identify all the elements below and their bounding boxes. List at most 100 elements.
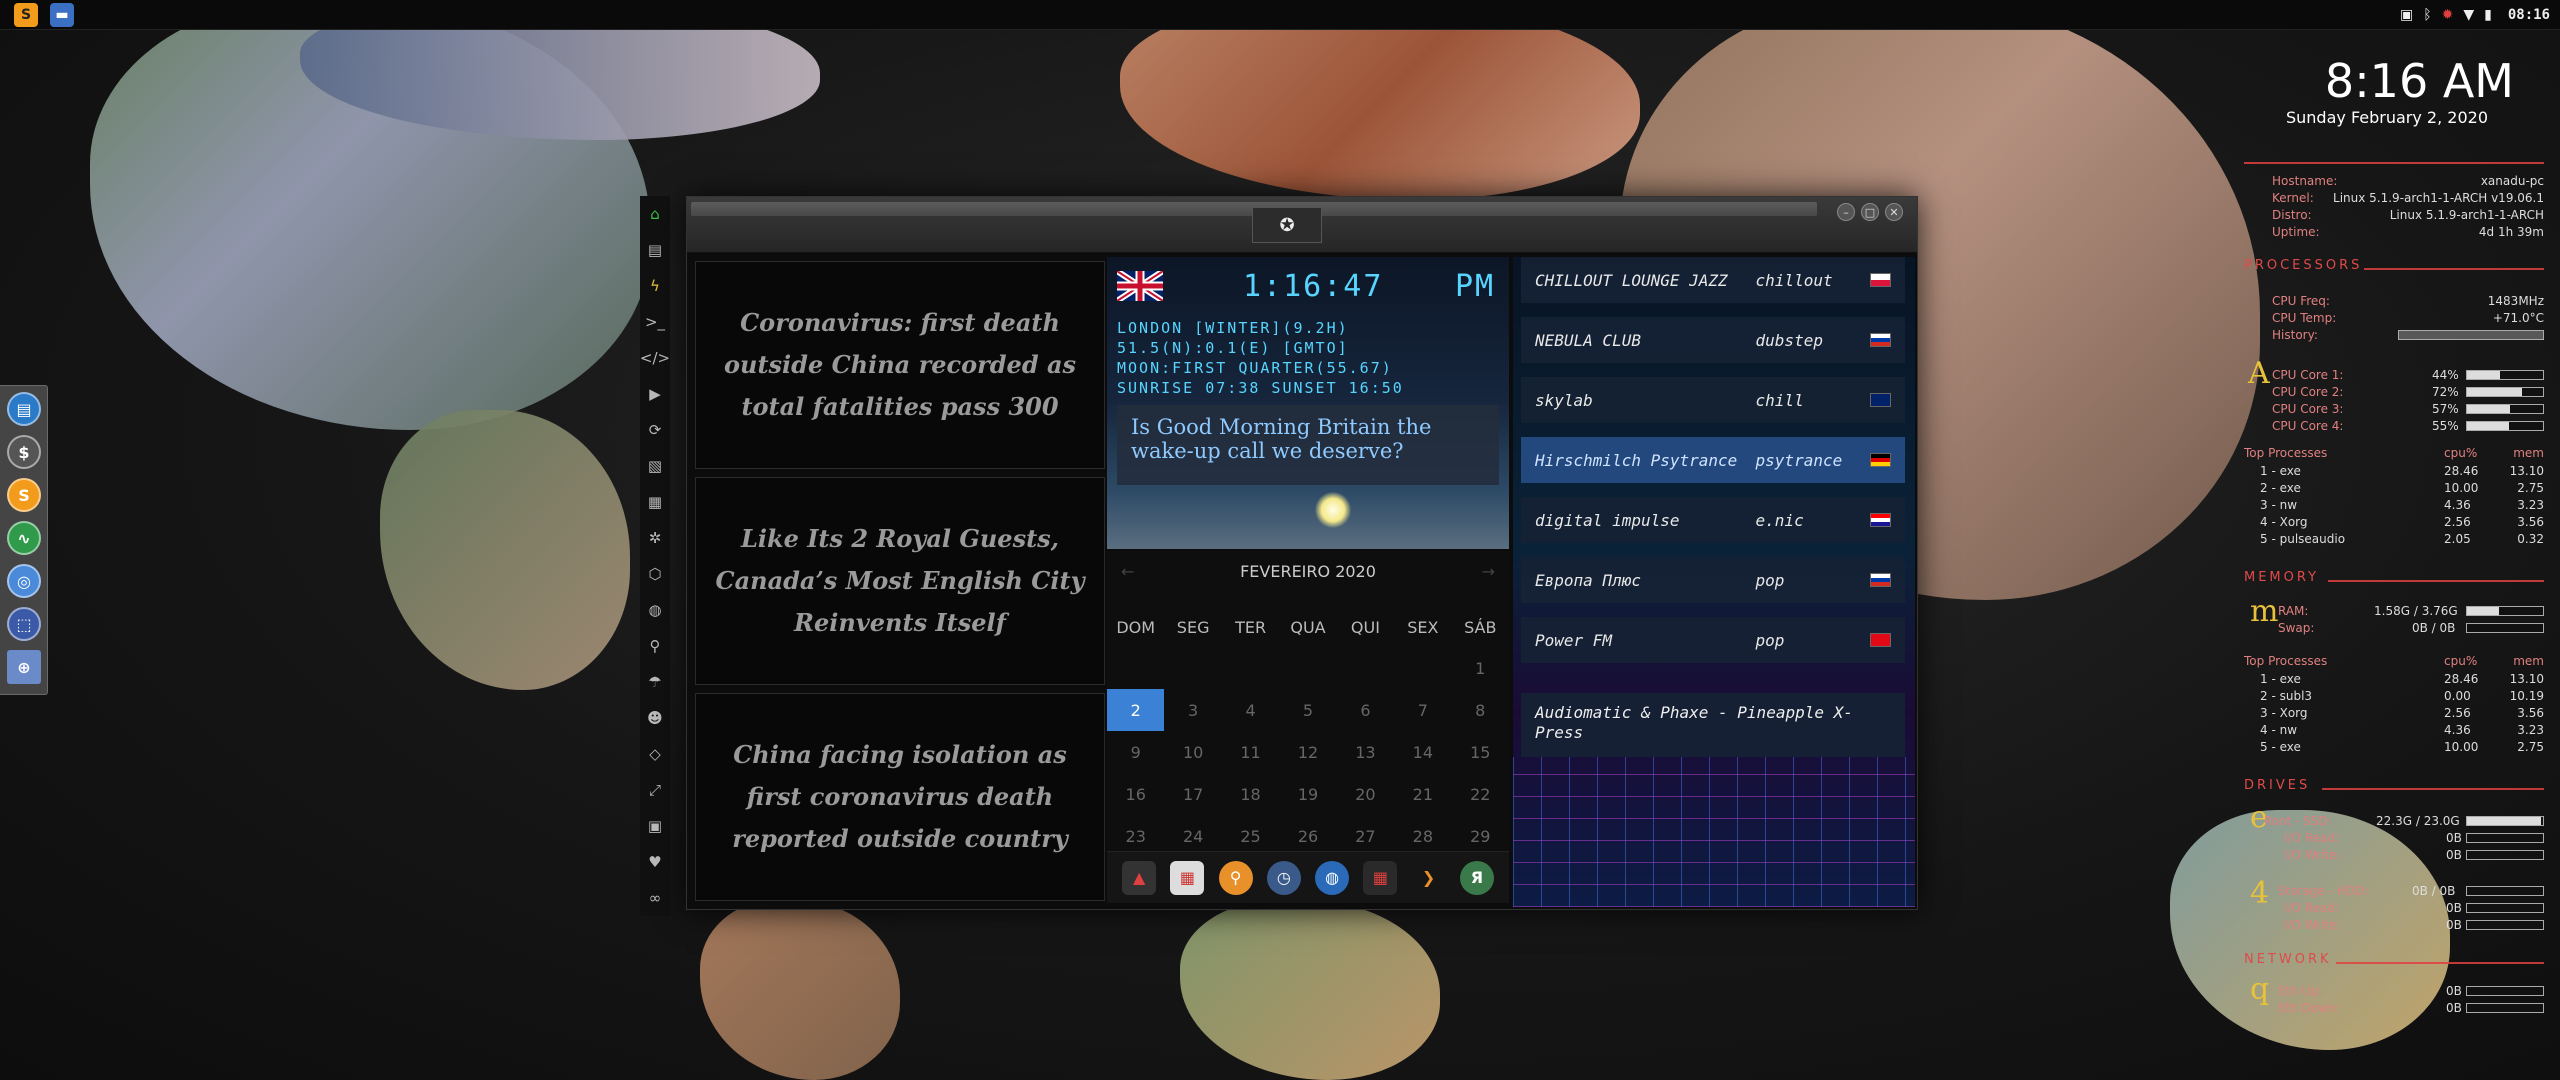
- eth-down-bar: [2466, 1003, 2544, 1013]
- arch-icon[interactable]: ▲: [1122, 860, 1157, 895]
- user-icon[interactable]: ☻: [640, 700, 670, 736]
- calendar-day[interactable]: 19: [1279, 773, 1336, 815]
- station-item[interactable]: Европа Плюс pop: [1521, 557, 1905, 603]
- document-icon[interactable]: ▤: [640, 232, 670, 268]
- station-item[interactable]: Power FM pop: [1521, 617, 1905, 663]
- calendar-day[interactable]: 3: [1164, 689, 1221, 731]
- calendar-day[interactable]: 18: [1222, 773, 1279, 815]
- app-sidebar: ⌂ ▤ ϟ >_ </> ▶ ⟳ ▧ ▦ ✲ ⬡ ◍ ⚲ ☂ ☻ ◇ ⤢ ▣ ♥…: [640, 196, 670, 916]
- calendar-icon[interactable]: ▦: [1170, 860, 1205, 895]
- files-icon[interactable]: ▤: [7, 392, 41, 426]
- calendar-day[interactable]: 4: [1222, 689, 1279, 731]
- clock-icon[interactable]: ◷: [1266, 860, 1301, 895]
- station-genre: psytrance: [1755, 450, 1843, 470]
- heart-icon[interactable]: ♥: [640, 844, 670, 880]
- battery-icon[interactable]: ▮: [2484, 7, 2492, 23]
- maximize-button[interactable]: □: [1861, 203, 1879, 221]
- calendar-day[interactable]: 17: [1164, 773, 1221, 815]
- close-button[interactable]: ✕: [1885, 203, 1903, 221]
- calendar-day[interactable]: 11: [1222, 731, 1279, 773]
- calendar-day[interactable]: 8: [1452, 689, 1509, 731]
- calendar-active-icon[interactable]: ▦: [1363, 860, 1398, 895]
- alert-icon[interactable]: ✹: [2442, 7, 2454, 23]
- clock-line: LONDON [WINTER](9.2H): [1117, 319, 1349, 337]
- calendar-day[interactable]: 21: [1394, 773, 1451, 815]
- storage-value: 0B / 0B: [2412, 884, 2456, 898]
- station-item[interactable]: NEBULA CLUB dubstep: [1521, 317, 1905, 363]
- sublime-icon[interactable]: S: [14, 3, 38, 27]
- hostname-value: xanadu-pc: [2480, 174, 2544, 188]
- bluetooth-icon[interactable]: ᛒ: [2423, 7, 2431, 23]
- umbrella-icon[interactable]: ☂: [640, 664, 670, 700]
- window-titlebar[interactable]: ✪ – □ ✕: [687, 197, 1917, 253]
- london-headline[interactable]: Is Good Morning Britain the wake-up call…: [1117, 405, 1499, 485]
- hexagon-icon[interactable]: ⬡: [640, 556, 670, 592]
- station-item[interactable]: skylab chill: [1521, 377, 1905, 423]
- calendar-day[interactable]: 20: [1337, 773, 1394, 815]
- image-icon[interactable]: ▣: [2400, 7, 2413, 23]
- folder-icon[interactable]: ▬: [50, 3, 74, 27]
- sublime-icon[interactable]: S: [7, 478, 41, 512]
- activity-icon[interactable]: ∿: [7, 521, 41, 555]
- news-item[interactable]: China facing isolation as first coronavi…: [695, 693, 1105, 901]
- tray-clock[interactable]: 08:16: [2508, 7, 2550, 23]
- search-icon[interactable]: ⚲: [640, 628, 670, 664]
- youtube-icon[interactable]: ▣: [640, 808, 670, 844]
- calendar-day[interactable]: 15: [1452, 731, 1509, 773]
- sync-icon[interactable]: ⟳: [640, 412, 670, 448]
- calendar-day[interactable]: 10: [1164, 731, 1221, 773]
- terminal-icon[interactable]: >_: [640, 304, 670, 340]
- network-letter: q: [2250, 972, 2270, 1007]
- yandex-icon[interactable]: Я: [1459, 860, 1494, 895]
- calendar-day-today[interactable]: 2: [1107, 689, 1165, 731]
- cpu-letter: A: [2248, 356, 2270, 391]
- world-clock-panel: 1:16:47 PM LONDON [WINTER](9.2H) 51.5(N)…: [1107, 257, 1509, 549]
- root-bar: [2466, 816, 2544, 826]
- calendar-day[interactable]: 12: [1279, 731, 1336, 773]
- prev-month-icon[interactable]: ←: [1121, 562, 1134, 581]
- calendar-day[interactable]: 22: [1452, 773, 1509, 815]
- calendar-day: [1164, 647, 1221, 689]
- process-cpu: 2.05: [2444, 532, 2471, 546]
- cpu-core-bar: [2466, 370, 2544, 380]
- home-icon[interactable]: ⌂: [640, 196, 670, 232]
- chrome-icon[interactable]: ◎: [7, 564, 41, 598]
- station-item[interactable]: CHILLOUT LOUNGE JAZZ chillout: [1521, 257, 1905, 303]
- globe-icon[interactable]: ⊕: [7, 650, 41, 684]
- calendar-day[interactable]: 14: [1394, 731, 1451, 773]
- image-icon[interactable]: ▧: [640, 448, 670, 484]
- calendar-day[interactable]: 13: [1337, 731, 1394, 773]
- calendar-day[interactable]: 5: [1279, 689, 1336, 731]
- news-icon[interactable]: ▦: [640, 484, 670, 520]
- globe-icon[interactable]: ◍: [1315, 860, 1350, 895]
- calendar-day[interactable]: 6: [1337, 689, 1394, 731]
- calendar-day[interactable]: 7: [1394, 689, 1451, 731]
- process-mem: 2.75: [2517, 740, 2544, 754]
- expand-icon[interactable]: ⤢: [640, 772, 670, 808]
- glasses-icon[interactable]: ∞: [640, 880, 670, 916]
- screenshot-icon[interactable]: ⬚: [7, 607, 41, 641]
- wifi-icon[interactable]: ▼: [2463, 7, 2474, 23]
- station-item[interactable]: digital impulse e.nic: [1521, 497, 1905, 543]
- play-icon[interactable]: ▶: [640, 376, 670, 412]
- network-title: NETWORK: [2244, 952, 2332, 967]
- calendar-day[interactable]: 16: [1107, 773, 1164, 815]
- map-south-america: [700, 900, 900, 1080]
- react-icon[interactable]: ✲: [640, 520, 670, 556]
- calendar-day[interactable]: 1: [1452, 647, 1509, 689]
- search-icon[interactable]: ⚲: [1218, 860, 1253, 895]
- arrow-icon[interactable]: ❯: [1412, 861, 1446, 895]
- bolt-icon[interactable]: ϟ: [640, 268, 670, 304]
- station-item-active[interactable]: Hirschmilch Psytrance psytrance: [1521, 437, 1905, 483]
- root-label: Root - SSD:: [2264, 814, 2332, 828]
- globe-icon[interactable]: ◍: [640, 592, 670, 628]
- minimize-button[interactable]: –: [1837, 203, 1855, 221]
- io-write-label: I/O Write:: [2284, 848, 2341, 862]
- code-icon[interactable]: </>: [640, 340, 670, 376]
- terminal-icon[interactable]: $: [7, 435, 41, 469]
- next-month-icon[interactable]: →: [1482, 562, 1495, 581]
- tags-icon[interactable]: ◇: [640, 736, 670, 772]
- calendar-day[interactable]: 9: [1107, 731, 1164, 773]
- news-item[interactable]: Coronavirus: first death outside China r…: [695, 261, 1105, 469]
- news-item[interactable]: Like Its 2 Royal Guests, Canada’s Most E…: [695, 477, 1105, 685]
